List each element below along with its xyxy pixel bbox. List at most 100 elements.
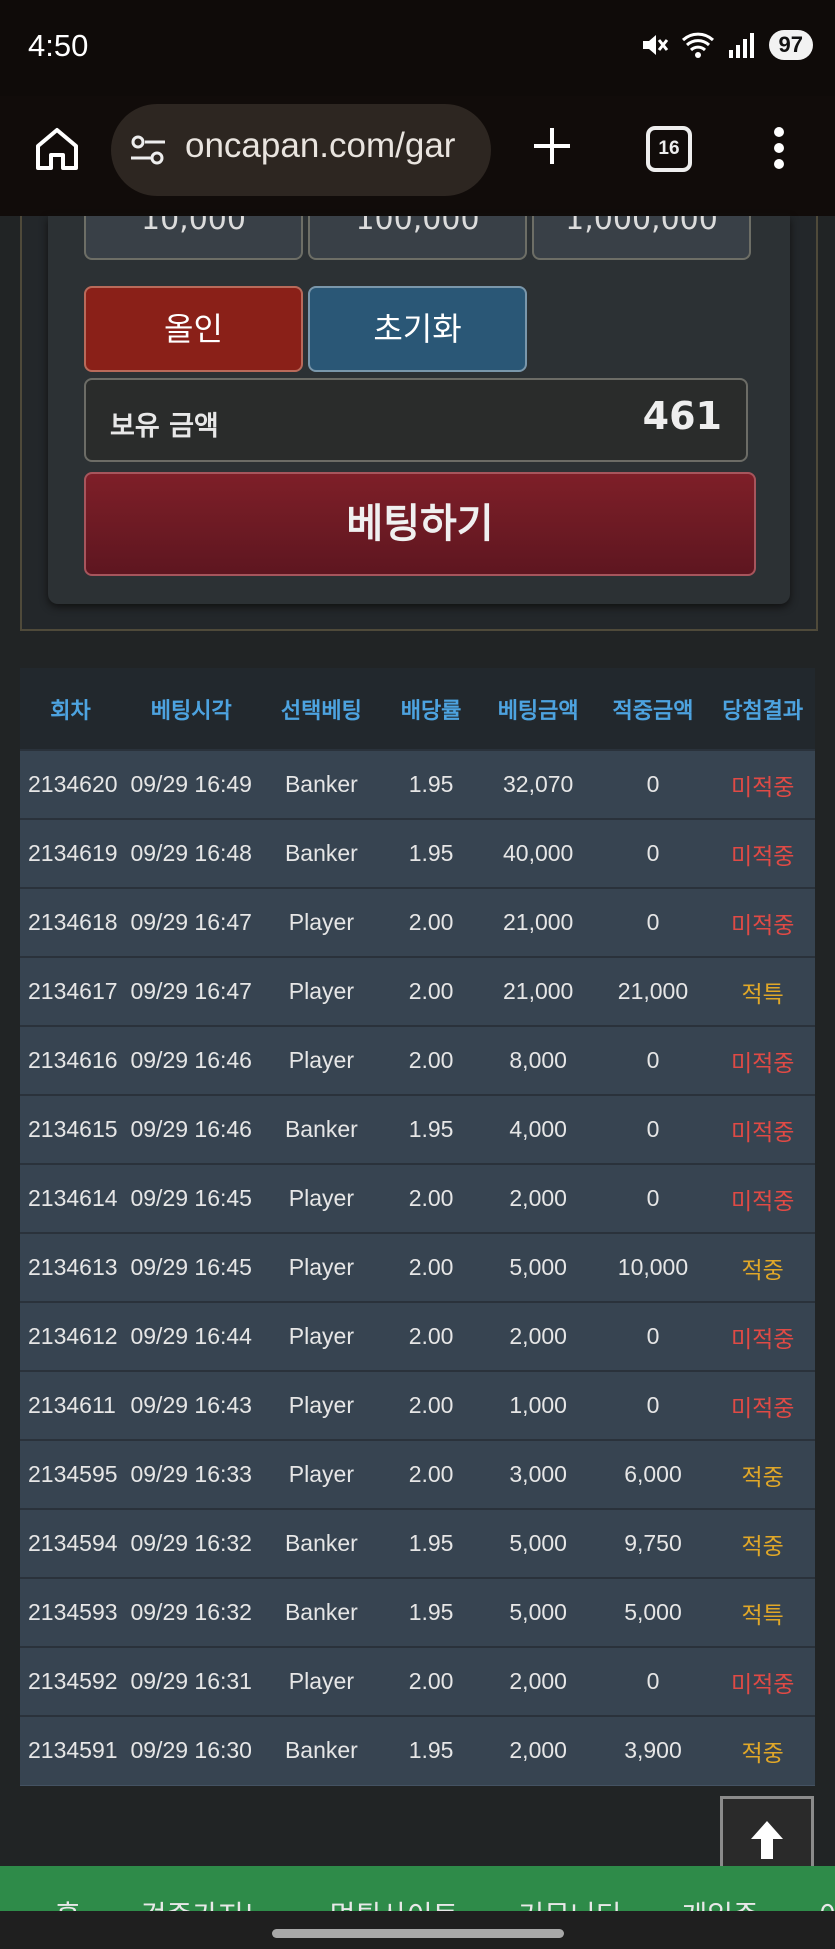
round-cell: 2134594 bbox=[28, 1530, 118, 1556]
result-cell: 적중 bbox=[741, 1464, 784, 1491]
odds-cell: 2.00 bbox=[408, 1047, 454, 1073]
balance-display: 보유 금액 461 bbox=[84, 378, 748, 462]
odds-cell: 1.95 bbox=[408, 1599, 454, 1625]
table-row: 2134592 09/29 16:31 Player 2.00 2,000 0 미적중 bbox=[20, 1647, 815, 1716]
result-cell: 미적중 bbox=[730, 1671, 795, 1698]
column-header: 선택베팅 bbox=[280, 698, 362, 724]
bet-panel: 10,000 100,000 1,000,000 올인 초기화 보유 금액 46… bbox=[20, 216, 818, 631]
selection-cell: Player bbox=[288, 909, 354, 935]
table-row: 2134619 09/29 16:48 Banker 1.95 40,000 0 미적중 bbox=[20, 819, 815, 888]
win-amount-cell: 0 bbox=[646, 1047, 660, 1073]
round-cell: 2134613 bbox=[28, 1254, 118, 1280]
new-tab-icon[interactable] bbox=[528, 122, 576, 170]
odds-cell: 1.95 bbox=[408, 1116, 454, 1142]
selection-cell: Player bbox=[288, 1047, 354, 1073]
balance-value: 461 bbox=[642, 394, 722, 438]
selection-cell: Player bbox=[288, 1461, 354, 1487]
status-icons: 97 bbox=[639, 30, 813, 60]
footer-nav-item[interactable]: 커뮤니티 bbox=[518, 1894, 621, 1911]
bet-amount-cell: 2,000 bbox=[509, 1737, 567, 1764]
result-cell: 미적중 bbox=[730, 1326, 795, 1353]
round-cell: 2134614 bbox=[28, 1185, 118, 1211]
selection-cell: Banker bbox=[284, 1737, 358, 1764]
chip-100000-button[interactable]: 100,000 bbox=[308, 216, 527, 260]
selection-cell: Banker bbox=[284, 1530, 358, 1556]
footer-nav-item[interactable]: 게임존 bbox=[681, 1894, 758, 1911]
footer-nav-item[interactable]: 이벤트 bbox=[819, 1894, 835, 1911]
win-amount-cell: 0 bbox=[646, 1323, 660, 1349]
win-amount-cell: 0 bbox=[646, 1668, 660, 1694]
footer-nav-item[interactable]: 먹튀사이트 bbox=[330, 1894, 459, 1911]
bet-time-cell: 09/29 16:32 bbox=[130, 1599, 252, 1625]
selection-cell: Banker bbox=[284, 1116, 358, 1142]
bet-panel-inner: 10,000 100,000 1,000,000 올인 초기화 보유 금액 46… bbox=[48, 216, 790, 604]
battery-indicator: 97 bbox=[768, 30, 813, 60]
table-row: 2134611 09/29 16:43 Player 2.00 1,000 0 미적중 bbox=[20, 1371, 815, 1440]
win-amount-cell: 6,000 bbox=[624, 1461, 682, 1487]
result-cell: 적특 bbox=[741, 981, 784, 1008]
bet-amount-cell: 8,000 bbox=[509, 1047, 567, 1073]
site-settings-icon[interactable] bbox=[129, 134, 167, 166]
bet-amount-cell: 5,000 bbox=[509, 1530, 567, 1556]
odds-cell: 2.00 bbox=[408, 1668, 454, 1694]
home-icon[interactable] bbox=[32, 124, 82, 174]
bet-amount-cell: 40,000 bbox=[503, 840, 574, 866]
round-cell: 2134611 bbox=[28, 1392, 116, 1418]
win-amount-cell: 0 bbox=[646, 909, 660, 935]
round-cell: 2134618 bbox=[28, 909, 118, 935]
table-row: 2134617 09/29 16:47 Player 2.00 21,000 21,000… bbox=[20, 957, 815, 1026]
gesture-bar bbox=[0, 1911, 835, 1949]
selection-cell: Player bbox=[288, 1323, 354, 1349]
table-row: 2134612 09/29 16:44 Player 2.00 2,000 0 미적중 bbox=[20, 1302, 815, 1371]
round-cell: 2134592 bbox=[28, 1668, 118, 1694]
result-cell: 미적중 bbox=[730, 1188, 795, 1215]
odds-cell: 1.95 bbox=[408, 771, 454, 797]
footer-nav-items: 홈 검증카지노 먹튀사이트 커뮤니티 게임존 이벤트 bbox=[55, 1894, 835, 1911]
mute-icon bbox=[642, 35, 668, 55]
all-in-button[interactable]: 올인 bbox=[84, 286, 303, 372]
chip-10000-button[interactable]: 10,000 bbox=[84, 216, 303, 260]
tab-switcher-button[interactable]: 16 bbox=[646, 126, 692, 172]
round-cell: 2134616 bbox=[28, 1047, 118, 1073]
selection-cell: Banker bbox=[284, 771, 358, 797]
bet-amount-cell: 21,000 bbox=[503, 978, 574, 1004]
win-amount-cell: 0 bbox=[646, 1185, 660, 1211]
column-header: 베팅금액 bbox=[497, 698, 579, 724]
address-bar[interactable]: oncapan.com/gar bbox=[111, 104, 491, 196]
bet-amount-cell: 5,000 bbox=[509, 1254, 567, 1280]
url-text[interactable]: oncapan.com/gar bbox=[185, 126, 455, 166]
round-cell: 2134591 bbox=[28, 1737, 118, 1764]
bet-time-cell: 09/29 16:43 bbox=[130, 1392, 252, 1418]
odds-cell: 2.00 bbox=[408, 1185, 454, 1211]
column-header: 회차 bbox=[50, 698, 91, 724]
bet-time-cell: 09/29 16:45 bbox=[130, 1254, 252, 1280]
bet-time-cell: 09/29 16:33 bbox=[130, 1461, 252, 1487]
browser-toolbar: oncapan.com/gar 16 bbox=[0, 96, 835, 216]
selection-cell: Player bbox=[288, 1668, 354, 1694]
chip-1000000-button[interactable]: 1,000,000 bbox=[532, 216, 751, 260]
bet-time-cell: 09/29 16:47 bbox=[130, 978, 252, 1004]
footer-nav-item[interactable]: 홈 bbox=[55, 1894, 81, 1911]
round-cell: 2134619 bbox=[28, 840, 118, 866]
clock: 4:50 bbox=[28, 28, 89, 63]
table-row: 2134616 09/29 16:46 Player 2.00 8,000 0 미적중 bbox=[20, 1026, 815, 1095]
more-menu-icon[interactable] bbox=[773, 124, 785, 172]
result-cell: 적중 bbox=[741, 1257, 784, 1284]
win-amount-cell: 0 bbox=[646, 1116, 660, 1142]
reset-button[interactable]: 초기화 bbox=[308, 286, 527, 372]
odds-cell: 2.00 bbox=[408, 1461, 454, 1487]
table-row: 2134620 09/29 16:49 Banker 1.95 32,070 0 미적중 bbox=[20, 750, 815, 819]
odds-cell: 2.00 bbox=[408, 1392, 454, 1418]
gesture-handle[interactable] bbox=[272, 1929, 564, 1938]
bet-time-cell: 09/29 16:48 bbox=[130, 840, 252, 866]
round-cell: 2134617 bbox=[28, 978, 118, 1004]
place-bet-button[interactable]: 베팅하기 bbox=[84, 472, 756, 576]
footer-nav-item[interactable]: 검증카지노 bbox=[141, 1894, 270, 1911]
result-cell: 미적중 bbox=[730, 1119, 795, 1146]
column-header: 베팅시각 bbox=[150, 698, 232, 724]
bet-amount-cell: 21,000 bbox=[503, 909, 574, 935]
table-row: 2134593 09/29 16:32 Banker 1.95 5,000 5,000 적특 bbox=[20, 1578, 815, 1647]
selection-cell: Banker bbox=[284, 840, 358, 866]
result-cell: 미적중 bbox=[730, 912, 795, 939]
round-cell: 2134615 bbox=[28, 1116, 118, 1142]
